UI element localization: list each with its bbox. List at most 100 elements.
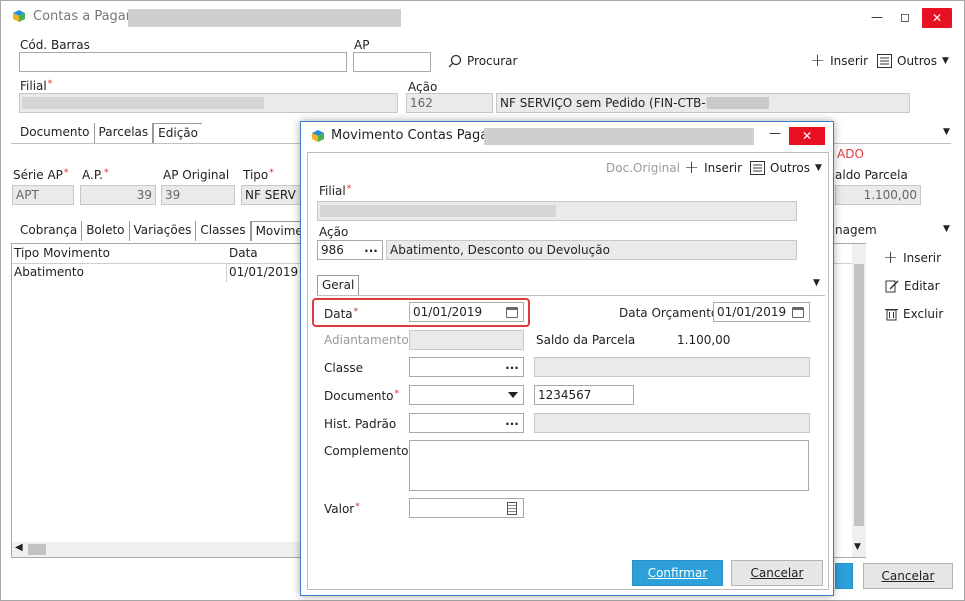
documento-select[interactable] — [409, 385, 524, 405]
data-input[interactable]: 01/01/2019 — [409, 302, 524, 322]
main-cancel-button[interactable]: Cancelar — [863, 563, 953, 589]
main-confirm-button-partial[interactable] — [835, 563, 853, 589]
ap-number-label: A.P.* — [82, 168, 109, 182]
complemento-label: Complemento — [324, 444, 409, 458]
scroll-thumb[interactable] — [28, 544, 46, 555]
cod-barras-input[interactable] — [19, 52, 347, 72]
saldo-parcela-value: 1.100,00 — [677, 333, 731, 347]
grid-col-tipo-movimento[interactable]: Tipo Movimento — [14, 246, 110, 260]
redacted-dialog-title — [484, 128, 754, 145]
ap-input[interactable] — [353, 52, 431, 72]
main-titlebar: Contas a Pagar — ◻ ✕ — [1, 1, 964, 33]
plus-icon: + — [883, 247, 899, 268]
inserir-label: Inserir — [830, 54, 869, 68]
inserir-button[interactable]: + Inserir — [810, 50, 869, 71]
confirmar-button[interactable]: Confirmar — [632, 560, 723, 586]
dialog-acao-desc-field[interactable]: Abatimento, Desconto ou Devolução — [386, 240, 797, 260]
tab-geral[interactable]: Geral — [317, 275, 360, 295]
ellipsis-icon[interactable]: ... — [501, 414, 523, 432]
window-title: Contas a Pagar — [33, 9, 132, 24]
saldo-parcela-field[interactable]: 1.100,00 — [835, 185, 921, 205]
redacted-dialog-filial — [320, 205, 556, 217]
tab-classes[interactable]: Classes — [196, 221, 251, 241]
dialog-outros-menu[interactable]: Outros ▼ — [750, 161, 822, 175]
status-fragment: ADO — [837, 147, 864, 161]
doc-original-link[interactable]: Doc.Original — [606, 161, 680, 175]
acao-code-field[interactable]: 162 — [406, 93, 493, 113]
dialog-minimize-button[interactable]: — — [765, 126, 785, 140]
adiantamento-field[interactable] — [409, 330, 524, 350]
calendar-icon[interactable] — [792, 307, 804, 318]
tab-documento[interactable]: Documento — [16, 123, 95, 143]
redacted-filial — [22, 97, 264, 109]
cancelar-button[interactable]: Cancelar — [731, 560, 823, 586]
tab-cobranca[interactable]: Cobrança — [16, 221, 83, 241]
tipo-label: Tipo* — [243, 168, 274, 182]
complemento-textarea[interactable] — [409, 440, 809, 491]
dialog-close-button[interactable]: ✕ — [789, 127, 825, 145]
main-tabs: Documento Parcelas Edição — [16, 123, 202, 143]
classe-input[interactable]: ... — [409, 357, 524, 377]
cod-barras-label: Cód. Barras — [20, 38, 90, 52]
grid-col-data[interactable]: Data — [229, 246, 258, 260]
tab-edicao[interactable]: Edição — [153, 123, 202, 143]
plus-icon: + — [810, 50, 826, 71]
tabs-overflow-icon[interactable]: ▼ — [943, 127, 950, 137]
grid-editar-button[interactable]: Editar — [885, 279, 940, 293]
dialog-tabs: Geral — [317, 275, 360, 295]
procurar-button[interactable]: Procurar — [448, 54, 517, 68]
vscroll-thumb[interactable] — [854, 264, 864, 526]
filial-field[interactable] — [19, 93, 398, 113]
adiantamento-label: Adiantamento — [324, 333, 409, 347]
dialog-acao-code: 986 — [321, 243, 344, 257]
dialog-inserir-button[interactable]: + Inserir — [684, 157, 742, 178]
maximize-button[interactable]: ◻ — [889, 1, 921, 33]
subtabs-overflow-icon[interactable]: ▼ — [943, 224, 950, 234]
grid-excluir-label: Excluir — [903, 307, 944, 321]
ap-original-field[interactable]: 39 — [161, 185, 235, 205]
movimento-dialog: Movimento Contas Pagar — ✕ Doc.Original … — [300, 121, 834, 596]
dialog-acao-label: Ação — [319, 225, 349, 239]
grid-inserir-button[interactable]: + Inserir — [883, 247, 941, 268]
tab-boleto[interactable]: Boleto — [82, 221, 130, 241]
dialog-acao-code-input[interactable]: 986 ... — [317, 240, 383, 260]
dialog-filial-field[interactable] — [317, 201, 797, 221]
documento-number-input[interactable]: 1234567 — [534, 385, 634, 405]
classe-desc-field[interactable] — [534, 357, 810, 377]
calendar-icon[interactable] — [506, 307, 518, 318]
hist-padrao-input[interactable]: ... — [409, 413, 524, 433]
scroll-left-icon[interactable]: ◀ — [15, 542, 23, 553]
grid-excluir-button[interactable]: Excluir — [885, 307, 943, 321]
saldo-parcela-label: aldo Parcela — [835, 168, 908, 182]
chevron-down-icon: ▼ — [942, 56, 949, 66]
sub-tabs: Cobrança Boleto Variações Classes Movime… — [16, 221, 327, 241]
ellipsis-icon[interactable]: ... — [501, 358, 523, 376]
ap-number-field[interactable]: 39 — [80, 185, 156, 205]
dialog-title: Movimento Contas Pagar — [331, 128, 494, 143]
close-button[interactable]: ✕ — [922, 8, 952, 28]
hist-padrao-desc-field[interactable] — [534, 413, 810, 433]
tipo-field[interactable]: NF SERV — [241, 185, 303, 205]
app-logo-icon — [13, 10, 25, 22]
dialog-tabs-overflow-icon[interactable]: ▼ — [813, 278, 820, 288]
documento-label: Documento* — [324, 389, 400, 403]
table-row[interactable]: Abatimento 01/01/2019 — [12, 264, 302, 282]
vertical-scrollbar[interactable]: ▼ — [852, 244, 866, 557]
ellipsis-icon[interactable]: ... — [360, 241, 382, 259]
outros-menu[interactable]: Outros ▼ — [877, 54, 949, 68]
acao-desc-field[interactable]: NF SERVIÇO sem Pedido (FIN-CTB-PAT) — [496, 93, 910, 113]
tab-parcelas[interactable]: Parcelas — [95, 123, 154, 143]
subtab-fragment[interactable]: nagem — [835, 223, 877, 237]
chevron-down-icon[interactable] — [508, 392, 518, 398]
calculator-icon[interactable] — [507, 502, 517, 515]
data-orcamento-value: 01/01/2019 — [717, 305, 787, 319]
acao-desc-text: NF SERVIÇO sem Pedido (FIN-CTB-PAT) — [500, 96, 732, 110]
data-orcamento-input[interactable]: 01/01/2019 — [713, 302, 810, 322]
horizontal-scrollbar[interactable]: ◀ — [12, 542, 302, 557]
saldo-parcela-label: Saldo da Parcela — [536, 333, 636, 347]
tab-variacoes[interactable]: Variações — [130, 221, 197, 241]
serie-ap-field[interactable]: APT — [12, 185, 74, 205]
plus-icon: + — [684, 157, 700, 178]
valor-input[interactable] — [409, 498, 524, 518]
scroll-down-icon[interactable]: ▼ — [854, 542, 861, 552]
